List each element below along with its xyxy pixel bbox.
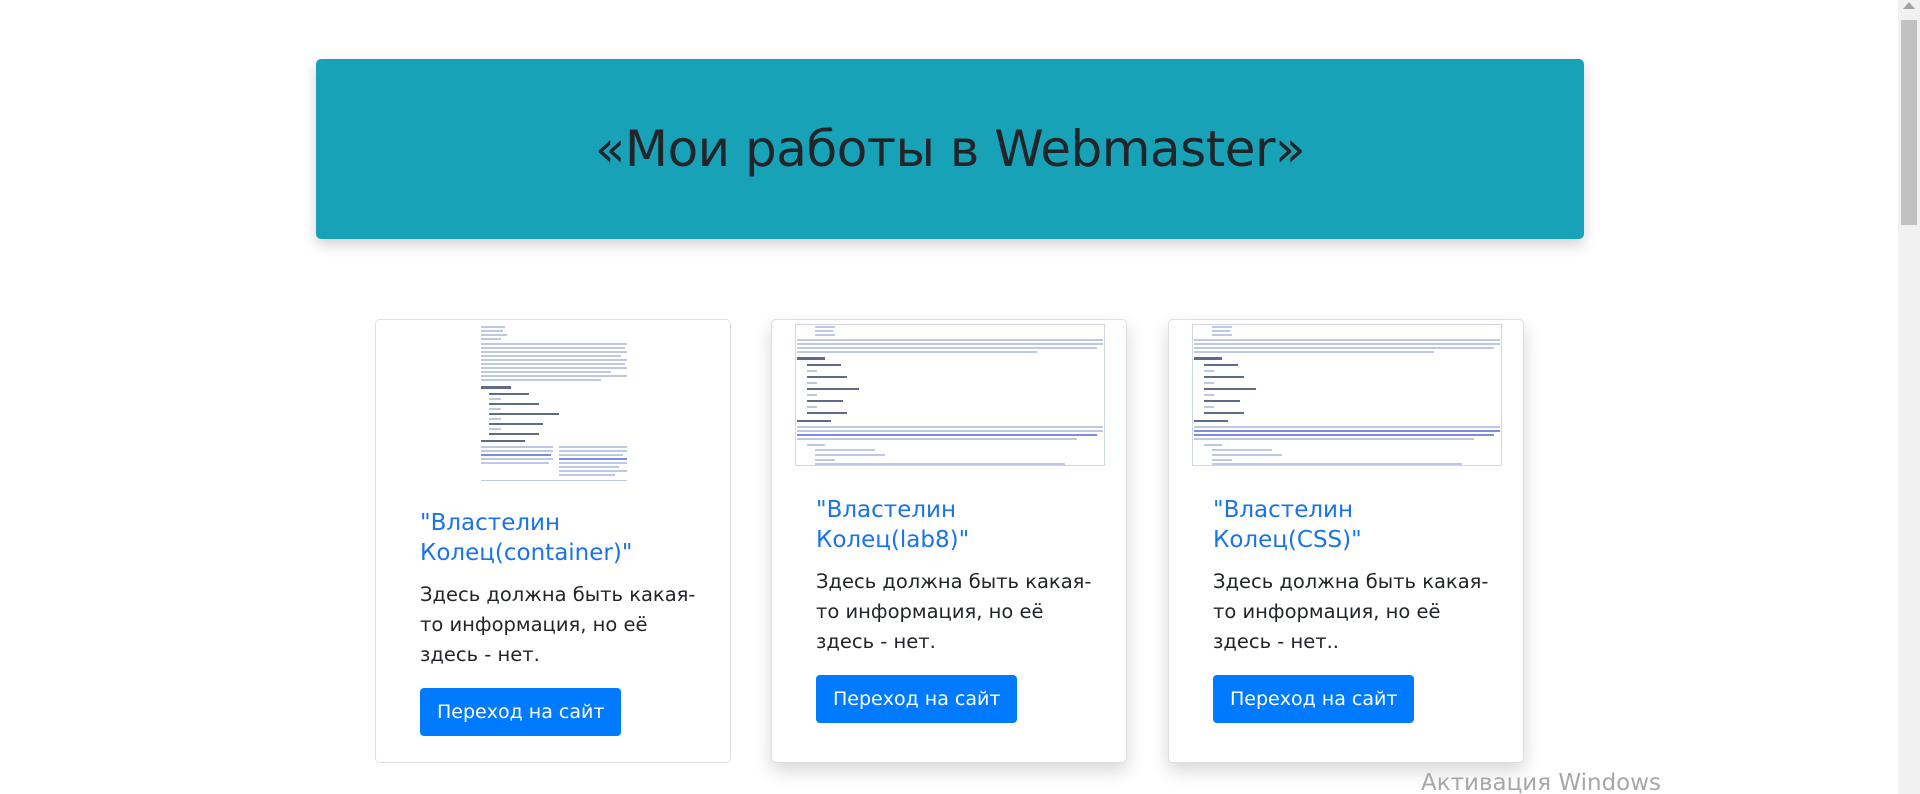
card-body: "Властелин Колец(lab8)" Здесь должна быт… bbox=[816, 495, 1096, 723]
card-text: Здесь должна быть какая-то информация, н… bbox=[816, 570, 1092, 653]
project-card-container: "Властелин Колец(container)" Здесь должн… bbox=[375, 319, 731, 763]
card-body: "Властелин Колец(CSS)" Здесь должна быть… bbox=[1213, 495, 1493, 723]
go-to-site-button[interactable]: Переход на сайт bbox=[1213, 675, 1415, 723]
page-title: «Мои работы в Webmaster» bbox=[594, 120, 1306, 178]
card-title[interactable]: "Властелин Колец(CSS)" bbox=[1213, 495, 1493, 555]
windows-activation-watermark: Активация Windows bbox=[1421, 770, 1662, 794]
vertical-scrollbar[interactable] bbox=[1898, 0, 1920, 794]
card-title[interactable]: "Властелин Колец(container)" bbox=[420, 508, 700, 568]
card-text: Здесь должна быть какая-то информация, н… bbox=[420, 583, 696, 666]
scrollbar-thumb[interactable] bbox=[1901, 20, 1917, 225]
card-title[interactable]: "Властелин Колец(lab8)" bbox=[816, 495, 1096, 555]
card-text: Здесь должна быть какая-то информация, н… bbox=[1213, 570, 1489, 653]
hero-banner: «Мои работы в Webmaster» bbox=[316, 59, 1584, 239]
card-thumbnail bbox=[1190, 322, 1504, 468]
card-thumbnail bbox=[477, 322, 631, 484]
go-to-site-button[interactable]: Переход на сайт bbox=[420, 688, 622, 736]
project-card-css: "Властелин Колец(CSS)" Здесь должна быть… bbox=[1168, 319, 1524, 763]
card-thumbnail bbox=[793, 322, 1107, 468]
project-card-lab8: "Властелин Колец(lab8)" Здесь должна быт… bbox=[771, 319, 1127, 763]
card-body: "Властелин Колец(container)" Здесь должн… bbox=[420, 508, 700, 736]
scroll-up-arrow-icon[interactable] bbox=[1903, 2, 1915, 9]
page: «Мои работы в Webmaster» "Властелин Коле… bbox=[0, 0, 1920, 794]
go-to-site-button[interactable]: Переход на сайт bbox=[816, 675, 1018, 723]
